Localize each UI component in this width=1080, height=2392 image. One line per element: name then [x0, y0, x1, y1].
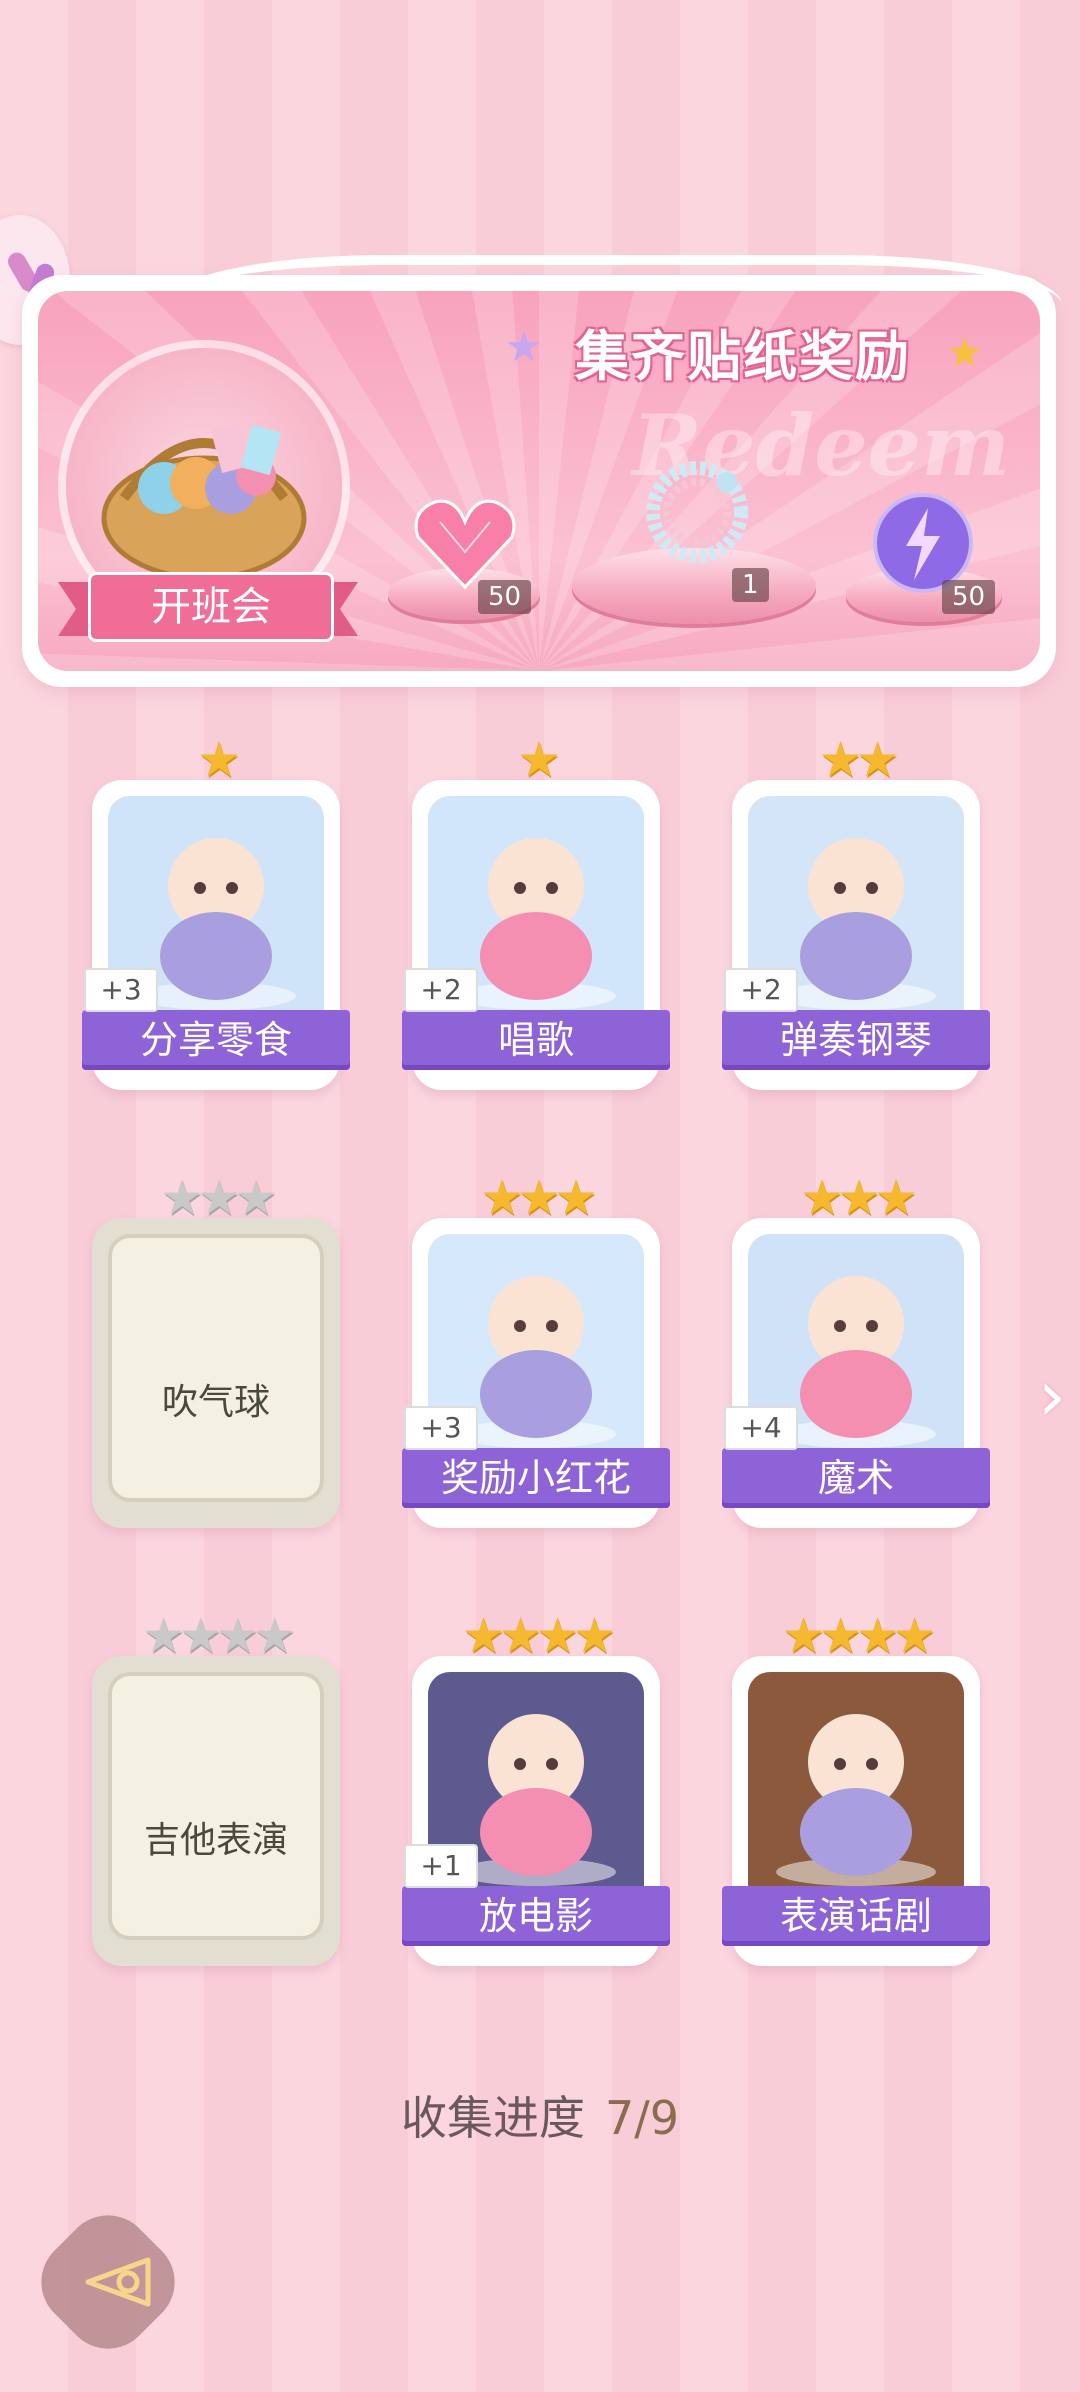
locked-sticker-card[interactable]: 吉他表演: [92, 1656, 340, 1966]
sticker-card-slot[interactable]: ★ 唱歌 +2: [402, 730, 670, 1090]
sticker-card[interactable]: 弹奏钢琴 +2: [722, 780, 990, 1090]
back-arrow-icon: [85, 2257, 151, 2307]
event-label: 开班会: [88, 572, 334, 642]
heart-gem-icon[interactable]: [410, 492, 520, 592]
sticker-card-slot[interactable]: ★★★★ 吉他表演: [86, 1606, 346, 1966]
reward-count-3: 50: [942, 580, 996, 614]
sticker-card[interactable]: 分享零食 +3: [82, 780, 350, 1090]
locked-card-frame: 吉他表演: [108, 1672, 324, 1940]
sticker-card-slot[interactable]: ★★★ 奖励小红花 +3: [402, 1168, 670, 1528]
sticker-card-slot[interactable]: ★★★★ 放电影 +1: [402, 1606, 670, 1966]
sticker-card[interactable]: 奖励小红花 +3: [402, 1218, 670, 1528]
sticker-card[interactable]: 放电影 +1: [402, 1656, 670, 1966]
sticker-card[interactable]: 唱歌 +2: [402, 780, 670, 1090]
card-bonus-badge: +2: [724, 968, 798, 1012]
sticker-card[interactable]: 表演话剧: [722, 1656, 990, 1966]
card-bonus-badge: +1: [404, 1844, 478, 1888]
card-name-label: 魔术: [722, 1448, 990, 1508]
card-name-label: 放电影: [402, 1886, 670, 1946]
sticker-card-slot[interactable]: ★ 分享零食 +3: [82, 730, 350, 1090]
progress-label: 收集进度: [400, 2091, 585, 2145]
purple-star-icon: ★: [505, 322, 543, 371]
card-name-label: 奖励小红花: [402, 1448, 670, 1508]
crystal-bracelet-icon[interactable]: [632, 452, 762, 572]
event-label-ribbon[interactable]: 开班会: [58, 572, 358, 642]
card-name-label: 唱歌: [402, 1010, 670, 1070]
collection-progress: 收集进度 7/9: [0, 2082, 1080, 2148]
sticker-card-slot[interactable]: ★★★ 魔术 +4: [722, 1168, 990, 1528]
progress-value: 7/9: [604, 2091, 680, 2145]
card-name-label: 弹奏钢琴: [722, 1010, 990, 1070]
gold-star-icon: ★: [946, 328, 984, 377]
locked-card-name: 吹气球: [161, 1382, 270, 1423]
reward-count-2: 1: [732, 568, 769, 602]
card-bonus-badge: +4: [724, 1406, 798, 1450]
reward-count-1: 50: [478, 580, 532, 614]
card-name-label: 表演话剧: [722, 1886, 990, 1946]
card-name-label: 分享零食: [82, 1010, 350, 1070]
sticker-card-slot[interactable]: ★★ 弹奏钢琴 +2: [722, 730, 990, 1090]
locked-sticker-card[interactable]: 吹气球: [92, 1218, 340, 1528]
next-page-arrow-icon[interactable]: ›: [1038, 1355, 1066, 1437]
sticker-card-slot[interactable]: ★★★★ 表演话剧: [722, 1606, 990, 1966]
locked-card-name: 吉他表演: [143, 1820, 288, 1861]
sticker-card[interactable]: 魔术 +4: [722, 1218, 990, 1528]
banner-title: 集齐贴纸奖励: [575, 324, 911, 388]
sticker-card-slot[interactable]: ★★★ 吹气球: [86, 1168, 346, 1528]
card-bonus-badge: +2: [404, 968, 478, 1012]
card-bonus-badge: +3: [84, 968, 158, 1012]
card-bonus-badge: +3: [404, 1406, 478, 1450]
locked-card-frame: 吹气球: [108, 1234, 324, 1502]
